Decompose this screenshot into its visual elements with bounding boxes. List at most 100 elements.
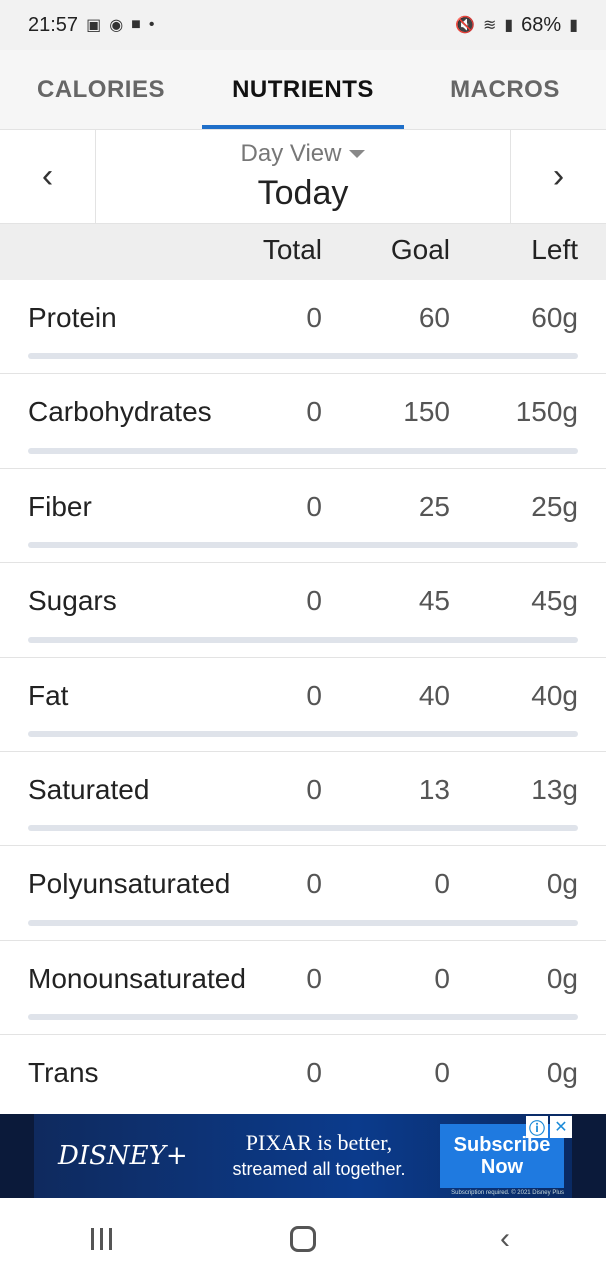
nutrient-name: Carbohydrates	[28, 396, 212, 428]
nutrient-name: Monounsaturated	[28, 962, 246, 994]
date-center: Day View Today	[96, 130, 510, 223]
nutrient-goal: 150	[403, 396, 450, 428]
nutrient-total: 0	[306, 868, 322, 900]
current-date: Today	[257, 174, 349, 212]
ad-fine-print: Subscription required. © 2021 Disney Plu…	[451, 1190, 564, 1196]
nutrient-name: Protein	[28, 302, 117, 333]
day-view-dropdown[interactable]: Day View	[241, 140, 366, 168]
ad-text: PIXAR is better, streamed all together.	[198, 1130, 440, 1182]
tab-macros[interactable]: MACROS	[404, 50, 606, 129]
chevron-left-icon: ‹	[41, 157, 54, 195]
nutrient-goal: 45	[418, 585, 450, 617]
nutrient-name: Fiber	[28, 490, 92, 522]
status-time: 21:57	[28, 13, 79, 36]
previous-day-button[interactable]: ‹	[0, 130, 96, 223]
nutrient-total: 0	[306, 962, 322, 994]
recent-apps-icon	[90, 1228, 112, 1250]
battery-percent: 68%	[521, 13, 562, 36]
ad-banner[interactable]: DISNEY+ PIXAR is better, streamed all to…	[0, 1114, 606, 1198]
nutrient-progress-bar	[28, 636, 578, 643]
next-day-button[interactable]: ›	[510, 130, 606, 223]
nutrient-name: Trans	[28, 1057, 99, 1089]
nutrient-total: 0	[306, 585, 322, 617]
nutrient-row[interactable]: Carbohydrates 0 150 150g	[0, 374, 606, 469]
status-left: 21:57 ▣ ◉ ■ •	[28, 14, 154, 37]
back-button[interactable]: ‹	[465, 1209, 545, 1269]
nutrient-total: 0	[306, 773, 322, 805]
nutrient-progress-bar	[28, 353, 578, 360]
nutrient-row[interactable]: Monounsaturated 0 0 0g	[0, 941, 606, 1036]
ad-content[interactable]: DISNEY+ PIXAR is better, streamed all to…	[34, 1114, 572, 1198]
nutrient-row[interactable]: Saturated 0 13 13g	[0, 752, 606, 847]
nutrient-goal: 60	[418, 302, 450, 333]
tab-bar: CALORIES NUTRIENTS MACROS	[0, 50, 606, 130]
nutrient-left: 60g	[531, 302, 578, 333]
mute-icon: 🔇	[455, 17, 475, 34]
nutrient-left: 13g	[531, 773, 578, 805]
caret-down-icon	[349, 150, 366, 158]
nutrient-row[interactable]: Protein 0 60 60g	[0, 280, 606, 375]
ad-subline: streamed all together.	[232, 1159, 406, 1179]
nutrient-left: 40g	[531, 679, 578, 711]
nutrient-total: 0	[306, 396, 322, 428]
header-total: Total	[262, 234, 322, 265]
tab-nutrients[interactable]: NUTRIENTS	[202, 50, 404, 129]
ad-headline: PIXAR is better,	[245, 1130, 393, 1155]
date-navigator: ‹ Day View Today ›	[0, 130, 606, 224]
nutrient-goal: 0	[434, 962, 450, 994]
app-notification-icon: ◉	[109, 17, 124, 34]
nutrient-total: 0	[306, 302, 322, 333]
nutrient-goal: 25	[418, 490, 450, 522]
now-label: Now	[480, 1156, 524, 1178]
home-button[interactable]	[263, 1209, 343, 1269]
nutrient-name: Sugars	[28, 585, 117, 617]
battery-icon: ▮	[569, 17, 578, 34]
nutrient-goal: 40	[418, 679, 450, 711]
status-bar: 21:57 ▣ ◉ ■ • 🔇 ≋ ▮ 68% ▮	[0, 0, 606, 50]
nutrient-goal: 0	[434, 1057, 450, 1089]
nutrient-row[interactable]: Fat 0 40 40g	[0, 658, 606, 752]
ad-controls: ⓘ ✕	[526, 1116, 572, 1138]
day-view-label: Day View	[240, 140, 342, 167]
nutrient-total: 0	[306, 490, 322, 522]
nutrient-total: 0	[306, 1057, 322, 1089]
disney-plus-logo: DISNEY+	[58, 1141, 188, 1171]
nutrient-left: 0g	[546, 868, 578, 900]
ad-close-icon[interactable]: ✕	[550, 1116, 572, 1138]
nutrient-left: 45g	[531, 585, 578, 617]
ad-info-icon[interactable]: ⓘ	[526, 1116, 548, 1138]
nutrient-goal: 0	[434, 868, 450, 900]
gallery-icon: ▣	[86, 17, 102, 34]
nutrient-row[interactable]: Polyunsaturated 0 0 0g	[0, 846, 606, 941]
nutrient-left: 0g	[546, 1057, 578, 1089]
column-header: Total Goal Left	[0, 224, 606, 280]
nutrient-progress-bar	[28, 730, 578, 737]
nutrient-progress-bar	[28, 542, 578, 549]
recent-apps-button[interactable]	[61, 1209, 141, 1269]
nutrient-total: 0	[306, 679, 322, 711]
nutrient-list: Protein 0 60 60g Carbohydrates 0 150 150g Fiber 0…	[0, 280, 606, 1130]
message-icon: ■	[131, 16, 141, 33]
nutrient-progress-bar	[28, 447, 578, 454]
signal-icon: ▮	[504, 17, 514, 34]
back-icon: ‹	[500, 1222, 510, 1255]
nutrient-row[interactable]: Fiber 0 25 25g	[0, 469, 606, 564]
nutrient-left: 150g	[515, 396, 578, 428]
status-right: 🔇 ≋ ▮ 68% ▮	[455, 14, 578, 37]
nutrient-name: Polyunsaturated	[28, 868, 231, 900]
system-navigation-bar: ‹	[0, 1198, 606, 1280]
nutrient-name: Fat	[28, 679, 69, 711]
nutrient-goal: 13	[418, 773, 450, 805]
nutrient-row[interactable]: Sugars 0 45 45g	[0, 563, 606, 658]
header-goal: Goal	[390, 234, 450, 265]
nutrient-name: Saturated	[28, 773, 150, 805]
nutrient-progress-bar	[28, 825, 578, 832]
nutrient-progress-bar	[28, 919, 578, 926]
header-left: Left	[531, 234, 578, 265]
nutrient-left: 0g	[546, 962, 578, 994]
tab-calories[interactable]: CALORIES	[0, 50, 202, 129]
home-icon	[290, 1226, 316, 1252]
chevron-right-icon: ›	[552, 157, 565, 195]
nutrient-progress-bar	[28, 1014, 578, 1021]
dot-icon: •	[148, 16, 155, 33]
